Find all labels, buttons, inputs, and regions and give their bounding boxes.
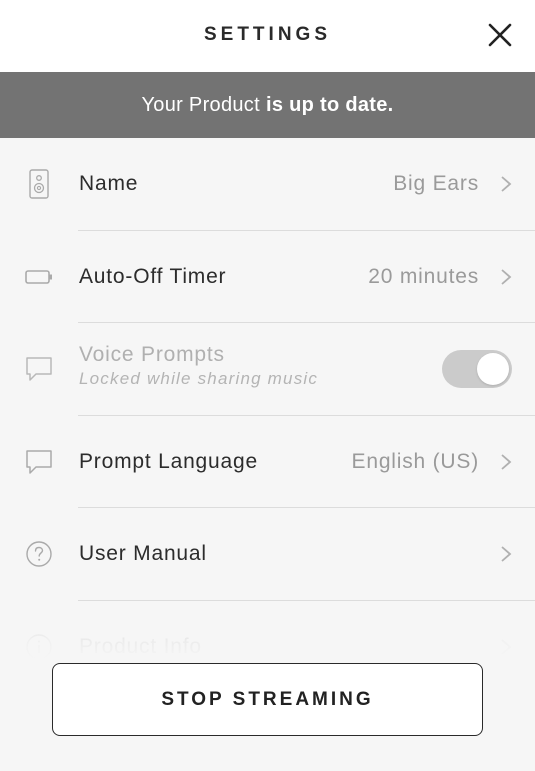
stop-streaming-button[interactable]: STOP STREAMING bbox=[52, 663, 483, 736]
settings-list: Name Big Ears Auto-Off Timer 20 minutes bbox=[0, 138, 535, 693]
setting-label-group: Voice Prompts Locked while sharing music bbox=[79, 343, 318, 389]
banner-status: is up to date. bbox=[265, 93, 394, 116]
setting-label: Voice Prompts bbox=[79, 343, 225, 367]
setting-label: Prompt Language bbox=[79, 449, 258, 473]
speech-bubble-icon bbox=[24, 354, 54, 384]
speech-bubble-icon bbox=[24, 447, 54, 477]
info-circle-icon bbox=[24, 632, 54, 662]
chevron-right-icon bbox=[501, 454, 512, 470]
setting-row-prompt-language[interactable]: Prompt Language English (US) bbox=[0, 416, 535, 508]
setting-value: English (US) bbox=[351, 449, 479, 473]
battery-icon bbox=[24, 262, 54, 292]
page-title: SETTINGS bbox=[203, 24, 331, 45]
update-status-banner: Your Product is up to date. bbox=[0, 72, 535, 138]
banner-text: Your Product bbox=[141, 93, 260, 116]
speaker-icon bbox=[24, 169, 54, 199]
help-circle-icon bbox=[24, 539, 54, 569]
setting-label: User Manual bbox=[79, 542, 207, 566]
toggle-knob bbox=[477, 353, 509, 386]
settings-header: SETTINGS bbox=[0, 0, 535, 72]
close-button[interactable] bbox=[485, 20, 515, 50]
setting-row-name[interactable]: Name Big Ears bbox=[0, 138, 535, 231]
setting-label: Name bbox=[79, 172, 139, 196]
setting-label: Product Info bbox=[79, 634, 202, 658]
setting-row-voice-prompts: Voice Prompts Locked while sharing music bbox=[0, 323, 535, 416]
setting-value: 20 minutes bbox=[368, 264, 479, 288]
setting-sublabel: Locked while sharing music bbox=[79, 369, 319, 389]
chevron-right-icon bbox=[501, 269, 512, 285]
chevron-right-icon bbox=[501, 639, 512, 655]
setting-label: Auto-Off Timer bbox=[79, 264, 227, 288]
chevron-right-icon bbox=[501, 546, 512, 562]
chevron-right-icon bbox=[501, 176, 512, 192]
voice-prompts-toggle[interactable] bbox=[442, 350, 512, 389]
setting-row-auto-off-timer[interactable]: Auto-Off Timer 20 minutes bbox=[0, 231, 535, 323]
setting-value: Big Ears bbox=[393, 172, 479, 196]
setting-row-user-manual[interactable]: User Manual bbox=[0, 508, 535, 601]
close-icon bbox=[488, 23, 512, 47]
